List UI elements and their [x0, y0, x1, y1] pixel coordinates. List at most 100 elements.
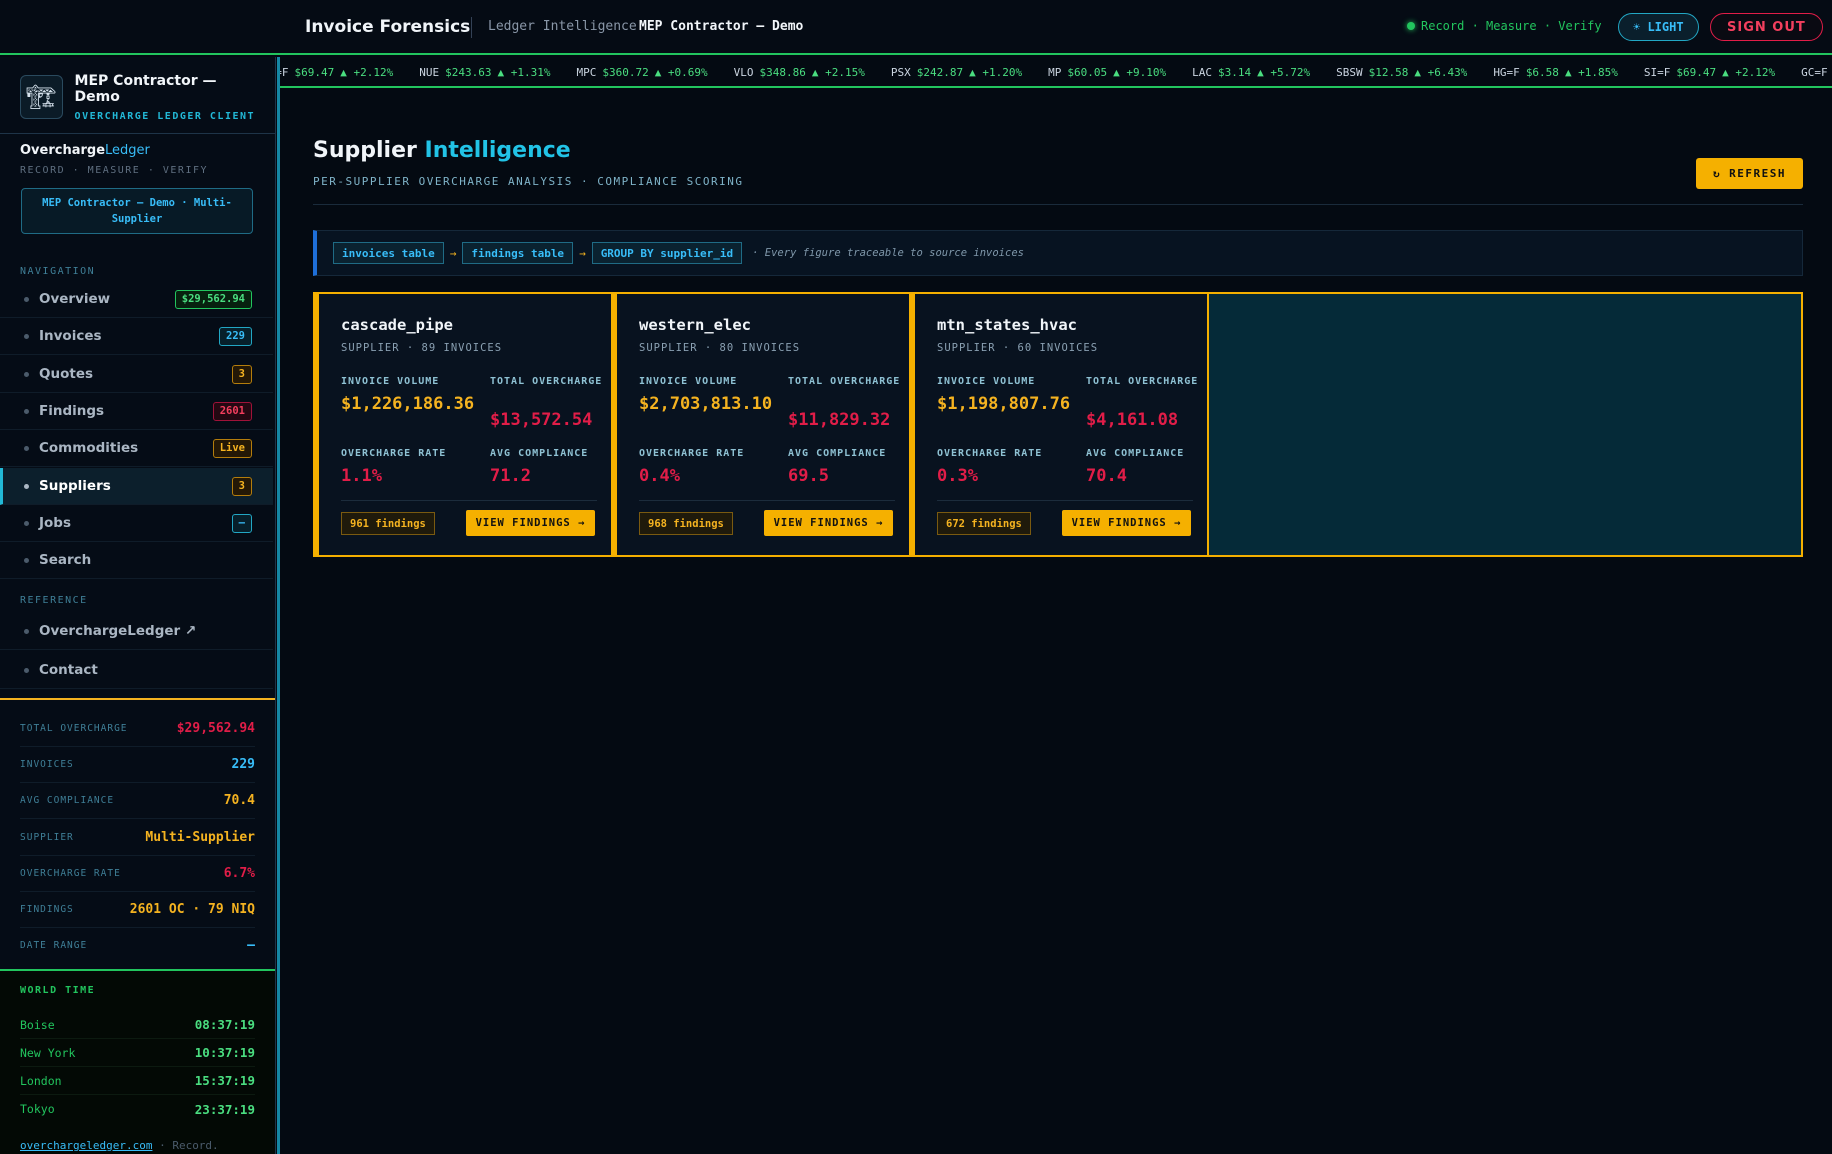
- reference-label: REFERENCE: [20, 595, 88, 606]
- total-overcharge-value: $4,161.08: [1086, 410, 1179, 430]
- invoice-volume-label: INVOICE VOLUME: [639, 376, 738, 387]
- brand-name-accent: Ledger: [105, 143, 150, 158]
- stat-value: —: [247, 937, 255, 953]
- total-overcharge-label: TOTAL OVERCHARGE: [1086, 376, 1199, 387]
- bullet-icon: [24, 667, 29, 673]
- commodity-ticker: SI=F $69.47 ▲ +2.12% NUE $243.63 ▲ +1.31% MPC $…: [280, 57, 1832, 88]
- view-findings-button[interactable]: VIEW FINDINGS →: [764, 510, 893, 536]
- brand-name-part: Overcharge: [20, 143, 106, 158]
- stat-key: INVOICES: [20, 759, 74, 770]
- refresh-button[interactable]: ↻ REFRESH: [1696, 158, 1803, 189]
- stats-divider: [0, 698, 275, 700]
- nav-label: Jobs: [39, 515, 71, 531]
- light-theme-button[interactable]: ☀ LIGHT: [1618, 13, 1699, 41]
- total-overcharge-value: $13,572.54: [490, 410, 593, 430]
- clock-city: London: [20, 1073, 62, 1088]
- construction-worker-icon: 🏗: [20, 75, 63, 119]
- overcharge-rate-value: 1.1%: [341, 466, 382, 486]
- world-time-panel: WORLD TIME Boise 08:37:19 New York 10:37:1…: [0, 971, 275, 1154]
- nav-item-search[interactable]: Search: [0, 542, 273, 579]
- nav-label: Suppliers: [39, 478, 111, 494]
- avg-compliance-label: AVG COMPLIANCE: [1086, 448, 1185, 459]
- nav-badge: 3: [231, 364, 252, 384]
- stat-value: 229: [231, 757, 255, 772]
- card-divider: [341, 500, 597, 501]
- bullet-icon: [24, 628, 29, 634]
- bullet-icon: [24, 333, 29, 339]
- client-name: MEP Contractor — Demo: [74, 72, 217, 105]
- card-divider: [937, 500, 1193, 501]
- invoice-volume-label: INVOICE VOLUME: [341, 376, 440, 387]
- stat-avg-compliance: AVG COMPLIANCE 70.4: [20, 783, 255, 819]
- world-time-title: WORLD TIME: [20, 985, 96, 996]
- nav-item-findings[interactable]: Findings 2601: [0, 393, 273, 430]
- stat-total-overcharge: TOTAL OVERCHARGE $29,562.94: [20, 711, 255, 747]
- supplier-name: cascade_pipe: [341, 316, 453, 334]
- breadcrumb[interactable]: Ledger Intelligence: [488, 19, 637, 34]
- stat-key: FINDINGS: [20, 904, 74, 915]
- clock-city: Tokyo: [20, 1102, 55, 1116]
- sidebar-scrollbar[interactable]: [277, 57, 280, 1154]
- ticker-price: $3.14: [1217, 66, 1252, 79]
- nav-label: Invoices: [39, 328, 102, 344]
- sidebar-footer: overchargeledger.com · Record.: [20, 1139, 219, 1152]
- status-indicator: Record · Measure · Verify: [1407, 19, 1602, 33]
- client-card: 🏗 MEP Contractor — Demo OVERCHARGE LEDGE…: [20, 72, 260, 122]
- bullet-icon: [24, 445, 29, 451]
- ticker-item: SI=F $69.47 ▲ +2.12%: [280, 66, 393, 79]
- nav-item-jobs[interactable]: Jobs —: [0, 505, 273, 542]
- total-overcharge-label: TOTAL OVERCHARGE: [490, 376, 603, 387]
- nav-label: OverchargeLedger ↗: [39, 623, 197, 639]
- lineage-chip: GROUP BY supplier_id: [591, 242, 743, 264]
- total-overcharge-value: $11,829.32: [788, 410, 891, 430]
- ticker-item: SBSW $12.58 ▲ +6.43%: [1336, 66, 1467, 79]
- ticker-item: SI=F $69.47 ▲ +2.12%: [1644, 66, 1775, 79]
- stat-key: OVERCHARGE RATE: [20, 868, 121, 879]
- page-subtitle: PER-SUPPLIER OVERCHARGE ANALYSIS · COMPL…: [313, 175, 744, 188]
- arrow-icon: →: [579, 246, 586, 260]
- clock-time: 23:37:19: [194, 1101, 255, 1117]
- nav-badge: $29,562.94: [174, 289, 252, 309]
- nav-item-contact[interactable]: Contact: [0, 652, 273, 689]
- view-findings-button[interactable]: VIEW FINDINGS →: [1062, 510, 1191, 536]
- nav-item-suppliers[interactable]: Suppliers 3: [0, 468, 273, 505]
- nav-item-overchargeledger-link[interactable]: OverchargeLedger ↗: [0, 613, 273, 650]
- lineage-chip: invoices table: [333, 242, 444, 264]
- clock-city: Boise: [20, 1017, 55, 1032]
- ticker-sym: VLO: [733, 66, 754, 79]
- nav-badge: 2601: [212, 401, 252, 421]
- clock-time: 08:37:19: [194, 1017, 255, 1032]
- ticker-change: ▲ +9.10%: [1113, 66, 1167, 79]
- avg-compliance-label: AVG COMPLIANCE: [490, 448, 589, 459]
- nav-item-overview[interactable]: Overview $29,562.94: [0, 281, 273, 318]
- brand-logo[interactable]: OverchargeLedger: [20, 143, 150, 158]
- clock-row: New York 10:37:19: [20, 1039, 255, 1067]
- ticker-sym: MPC: [576, 66, 597, 79]
- clock-row: Boise 08:37:19: [20, 1011, 255, 1039]
- ticker-item: NUE $243.63 ▲ +1.31%: [419, 66, 550, 79]
- card-divider: [639, 500, 895, 501]
- navigation-label: NAVIGATION: [20, 266, 96, 277]
- ticker-price: $242.87: [916, 66, 964, 79]
- view-findings-button[interactable]: VIEW FINDINGS →: [466, 510, 595, 536]
- ticker-change: ▲ +2.12%: [340, 66, 394, 79]
- nav-item-invoices[interactable]: Invoices 229: [0, 318, 273, 355]
- nav-item-commodities[interactable]: Commodities Live: [0, 430, 273, 467]
- stat-supplier: SUPPLIER Multi-Supplier: [20, 820, 255, 856]
- website-link[interactable]: overchargeledger.com: [20, 1139, 152, 1152]
- invoice-volume-value: $2,703,813.10: [639, 394, 773, 414]
- clock-time: 10:37:19: [194, 1045, 255, 1060]
- client-selector[interactable]: MEP Contractor — Demo · Multi-Supplier: [21, 188, 253, 234]
- nav-item-quotes[interactable]: Quotes 3: [0, 356, 273, 393]
- avg-compliance-label: AVG COMPLIANCE: [788, 448, 887, 459]
- ticker-sym: HG=F: [1493, 66, 1520, 79]
- sign-out-button[interactable]: SIGN OUT: [1710, 13, 1823, 41]
- ticker-change: ▲ +5.72%: [1257, 66, 1311, 79]
- stat-overcharge-rate: OVERCHARGE RATE 6.7%: [20, 856, 255, 892]
- overcharge-rate-label: OVERCHARGE RATE: [639, 448, 745, 459]
- ticker-change: ▲ +2.15%: [811, 66, 865, 79]
- nav-label: Findings: [39, 403, 105, 419]
- ticker-item: MP $60.05 ▲ +9.10%: [1048, 66, 1166, 79]
- footer-text: · Record.: [152, 1139, 219, 1152]
- ticker-track: SI=F $69.47 ▲ +2.12% NUE $243.63 ▲ +1.31% MPC $…: [280, 66, 1832, 79]
